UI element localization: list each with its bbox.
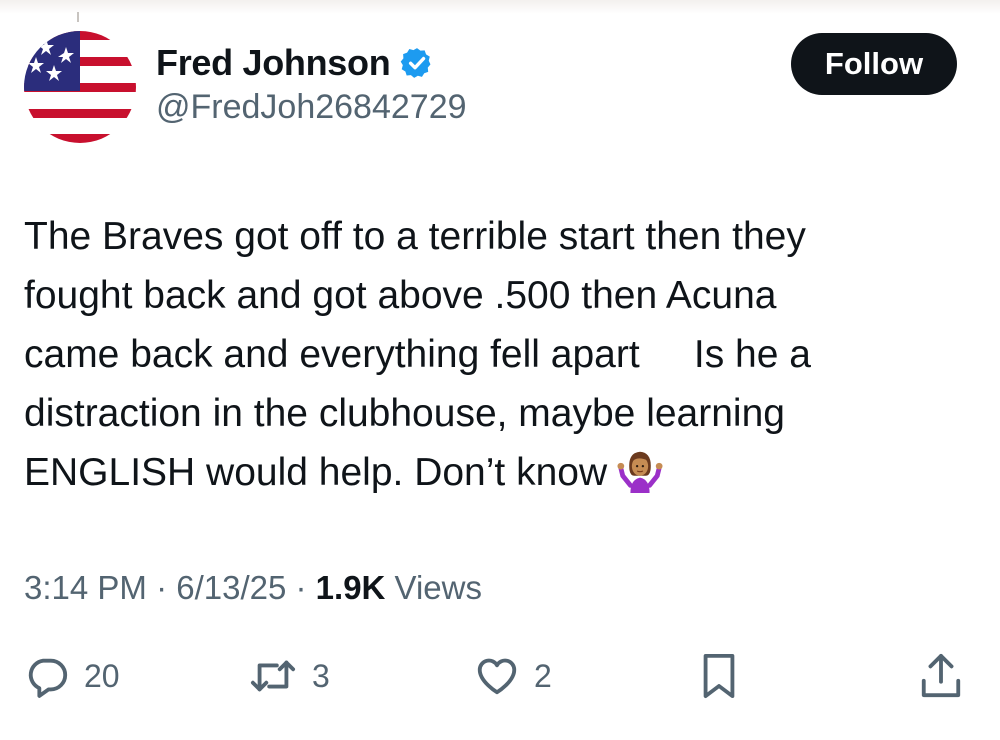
author-handle[interactable]: @FredJoh26842729 [156,88,467,127]
reply-count: 20 [84,657,120,694]
us-flag-icon [24,31,136,143]
tweet-line: came back and everything fell apart Is h… [24,333,811,376]
woman-shrugging-icon [617,451,663,493]
share-icon [921,653,961,698]
author-display-name-row[interactable]: Fred Johnson [156,42,434,84]
views-label: Views [385,569,482,606]
retweet-count: 3 [312,657,330,694]
bookmark-button[interactable] [696,648,742,704]
meta-separator: · [146,569,177,606]
bookmark-icon [703,653,735,699]
tweet-line: ENGLISH would help. Don’t know [24,451,608,494]
retweet-icon [250,660,296,692]
meta-separator: · [286,569,316,606]
like-button[interactable]: 2 [474,648,552,704]
top-edge-fade [0,0,1000,14]
tweet-time[interactable]: 3:14 PM [24,569,147,606]
retweet-button[interactable]: 3 [248,648,330,704]
like-count: 2 [534,657,552,694]
top-edge-mark [77,12,79,22]
avatar[interactable] [24,31,136,143]
tweet-line: distraction in the clubhouse, maybe lear… [24,392,785,435]
reply-button[interactable]: 20 [24,648,120,704]
views-count: 1.9K [315,569,386,606]
tweet-date[interactable]: 6/13/25 [176,569,286,606]
reply-icon [28,658,68,698]
verified-badge-icon [401,48,431,78]
tweet-text: The Braves got off to a terrible start t… [24,207,954,502]
tweet-line: The Braves got off to a terrible start t… [24,215,806,258]
heart-icon [477,658,517,695]
tweet-meta: 3:14 PM · 6/13/25 · 1.9K Views [24,569,482,607]
author-display-name[interactable]: Fred Johnson [156,42,391,84]
tweet-line: fought back and got above .500 then Acun… [24,274,777,317]
share-button[interactable] [918,648,964,704]
follow-button[interactable]: Follow [791,33,957,95]
tweet-last-line: ENGLISH would help. Don’t know [24,443,954,502]
